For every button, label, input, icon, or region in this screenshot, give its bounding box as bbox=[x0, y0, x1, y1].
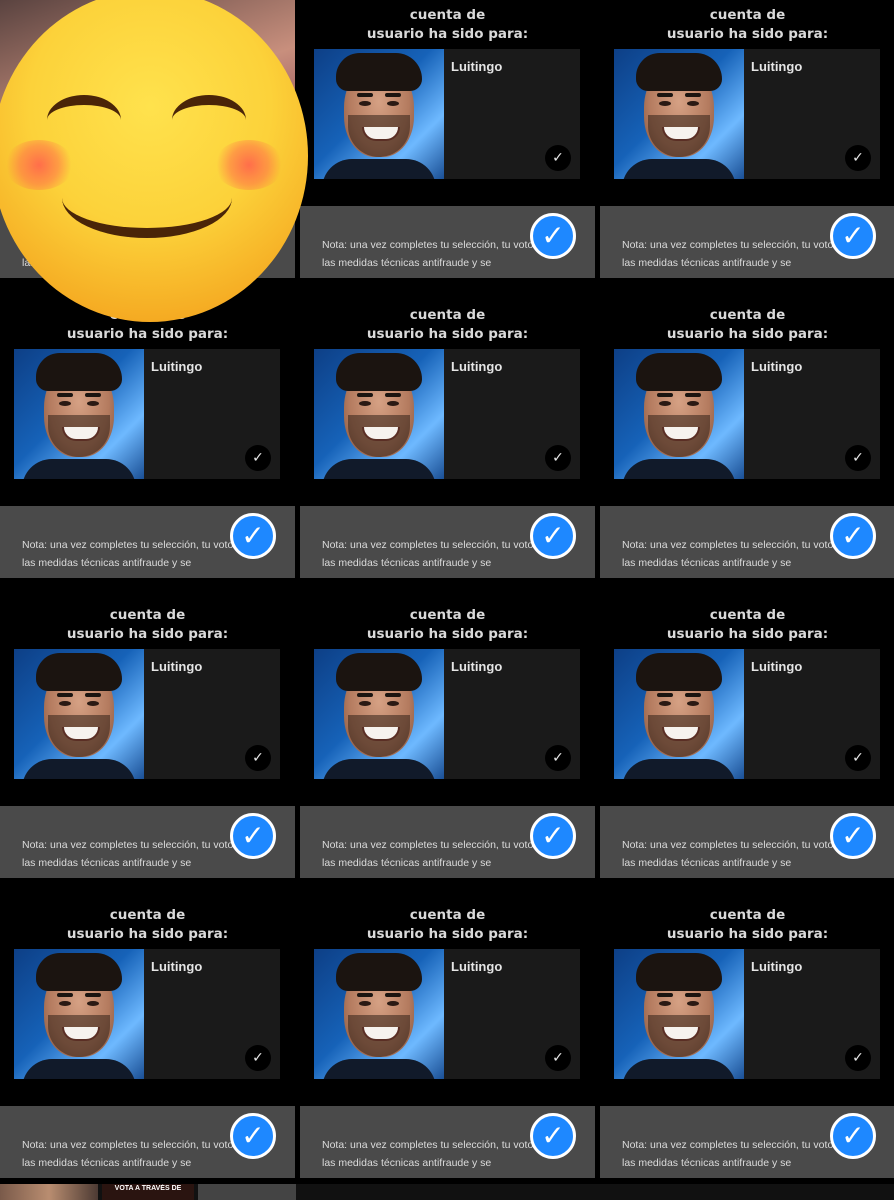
candidate-photo bbox=[614, 49, 744, 179]
vote-confirmation-screenshot: antifraude. El voto asociado a tu cuenta… bbox=[600, 600, 894, 900]
emoji-smile bbox=[62, 158, 232, 238]
candidate-name: Luitingo bbox=[451, 659, 503, 674]
confirmation-message: antifraude. El voto asociado a tu cuenta… bbox=[23, 600, 271, 642]
candidate-name: Luitingo bbox=[151, 659, 203, 674]
checkmark-icon: ✓ bbox=[245, 1045, 271, 1071]
thumbnail-screenshot[interactable] bbox=[198, 1184, 296, 1200]
selected-candidate-card[interactable]: Luitingo ✓ bbox=[614, 649, 880, 779]
verified-check-icon: ✓ bbox=[230, 513, 276, 559]
candidate-photo bbox=[614, 949, 744, 1079]
candidate-photo bbox=[314, 649, 444, 779]
candidate-name: Luitingo bbox=[751, 959, 803, 974]
confirmation-message: antifraude. El voto asociado a tu cuenta… bbox=[323, 300, 571, 342]
verified-check-icon: ✓ bbox=[230, 813, 276, 859]
candidate-name: Luitingo bbox=[751, 59, 803, 74]
candidate-photo bbox=[14, 349, 144, 479]
candidate-name: Luitingo bbox=[751, 659, 803, 674]
confirmation-message: antifraude. El voto asociado a tu cuenta… bbox=[623, 900, 871, 942]
selected-candidate-card[interactable]: Luitingo ✓ bbox=[314, 49, 580, 179]
vote-confirmation-screenshot: antifraude. El voto asociado a tu cuenta… bbox=[0, 900, 295, 1200]
verified-check-icon: ✓ bbox=[830, 213, 876, 259]
thumbnail-vote-banner[interactable]: VOTA A TRAVÉS DE bbox=[102, 1184, 194, 1200]
checkmark-icon: ✓ bbox=[545, 745, 571, 771]
verified-check-icon: ✓ bbox=[830, 813, 876, 859]
checkmark-icon: ✓ bbox=[845, 445, 871, 471]
candidate-photo bbox=[614, 349, 744, 479]
checkmark-icon: ✓ bbox=[545, 145, 571, 171]
verified-check-icon: ✓ bbox=[230, 1113, 276, 1159]
candidate-photo bbox=[314, 349, 444, 479]
candidate-name: Luitingo bbox=[451, 959, 503, 974]
verified-check-icon: ✓ bbox=[530, 513, 576, 559]
candidate-name: Luitingo bbox=[151, 359, 203, 374]
emoji-eye bbox=[47, 95, 121, 145]
verified-check-icon: ✓ bbox=[530, 213, 576, 259]
candidate-name: Luitingo bbox=[451, 359, 503, 374]
verified-check-icon: ✓ bbox=[830, 1113, 876, 1159]
confirmation-message: antifraude. El voto asociado a tu cuenta… bbox=[323, 600, 571, 642]
candidate-photo bbox=[614, 649, 744, 779]
checkmark-icon: ✓ bbox=[845, 1045, 871, 1071]
verified-check-icon: ✓ bbox=[830, 513, 876, 559]
selected-candidate-card[interactable]: Luitingo ✓ bbox=[614, 949, 880, 1079]
checkmark-icon: ✓ bbox=[545, 1045, 571, 1071]
vote-confirmation-screenshot: antifraude. El voto asociado a tu cuenta… bbox=[0, 300, 295, 600]
selected-candidate-card[interactable]: Luitingo ✓ bbox=[14, 949, 280, 1079]
vote-confirmation-screenshot: antifraude. El voto asociado a tu cuenta… bbox=[600, 0, 894, 300]
vote-confirmation-screenshot: antifraude. El voto asociado a tu cuenta… bbox=[600, 300, 894, 600]
selected-candidate-card[interactable]: Luitingo ✓ bbox=[314, 349, 580, 479]
candidate-photo bbox=[314, 49, 444, 179]
selected-candidate-card[interactable]: Luitingo ✓ bbox=[614, 49, 880, 179]
candidate-name: Luitingo bbox=[151, 959, 203, 974]
vote-confirmation-screenshot: antifraude. El voto asociado a tu cuenta… bbox=[300, 0, 595, 300]
emoji-eye bbox=[172, 95, 246, 145]
vote-confirmation-screenshot: antifraude. El voto asociado a tu cuenta… bbox=[0, 600, 295, 900]
candidate-photo bbox=[14, 949, 144, 1079]
checkmark-icon: ✓ bbox=[845, 745, 871, 771]
selected-candidate-card[interactable]: Luitingo ✓ bbox=[614, 349, 880, 479]
confirmation-message: antifraude. El voto asociado a tu cuenta… bbox=[323, 0, 571, 42]
confirmation-message: antifraude. El voto asociado a tu cuenta… bbox=[623, 0, 871, 42]
confirmation-message: antifraude. El voto asociado a tu cuenta… bbox=[323, 900, 571, 942]
vote-confirmation-screenshot: antifraude. El voto asociado a tu cuenta… bbox=[300, 900, 595, 1200]
selected-candidate-card[interactable]: Luitingo ✓ bbox=[314, 649, 580, 779]
verified-check-icon: ✓ bbox=[530, 1113, 576, 1159]
verified-check-icon: ✓ bbox=[530, 813, 576, 859]
selected-candidate-card[interactable]: Luitingo ✓ bbox=[14, 349, 280, 479]
checkmark-icon: ✓ bbox=[245, 745, 271, 771]
candidate-name: Luitingo bbox=[751, 359, 803, 374]
candidate-photo bbox=[314, 949, 444, 1079]
confirmation-message: antifraude. El voto asociado a tu cuenta… bbox=[23, 900, 271, 942]
thumbnail-vote-label: VOTA A TRAVÉS DE bbox=[114, 1185, 182, 1192]
selected-candidate-card[interactable]: Luitingo ✓ bbox=[314, 949, 580, 1079]
vote-confirmation-screenshot: antifraude. El voto asociado a tu cuenta… bbox=[600, 900, 894, 1200]
checkmark-icon: ✓ bbox=[845, 145, 871, 171]
checkmark-icon: ✓ bbox=[245, 445, 271, 471]
checkmark-icon: ✓ bbox=[545, 445, 571, 471]
thumbnail-photo[interactable] bbox=[0, 1184, 98, 1200]
selected-candidate-card[interactable]: Luitingo ✓ bbox=[14, 649, 280, 779]
candidate-photo bbox=[14, 649, 144, 779]
vote-confirmation-screenshot: antifraude. El voto asociado a tu cuenta… bbox=[300, 600, 595, 900]
candidate-name: Luitingo bbox=[451, 59, 503, 74]
vote-confirmation-screenshot: antifraude. El voto asociado a tu cuenta… bbox=[300, 300, 595, 600]
confirmation-message: antifraude. El voto asociado a tu cuenta… bbox=[623, 600, 871, 642]
thumbnail-strip: VOTA A TRAVÉS DE bbox=[0, 1184, 894, 1200]
confirmation-message: antifraude. El voto asociado a tu cuenta… bbox=[623, 300, 871, 342]
